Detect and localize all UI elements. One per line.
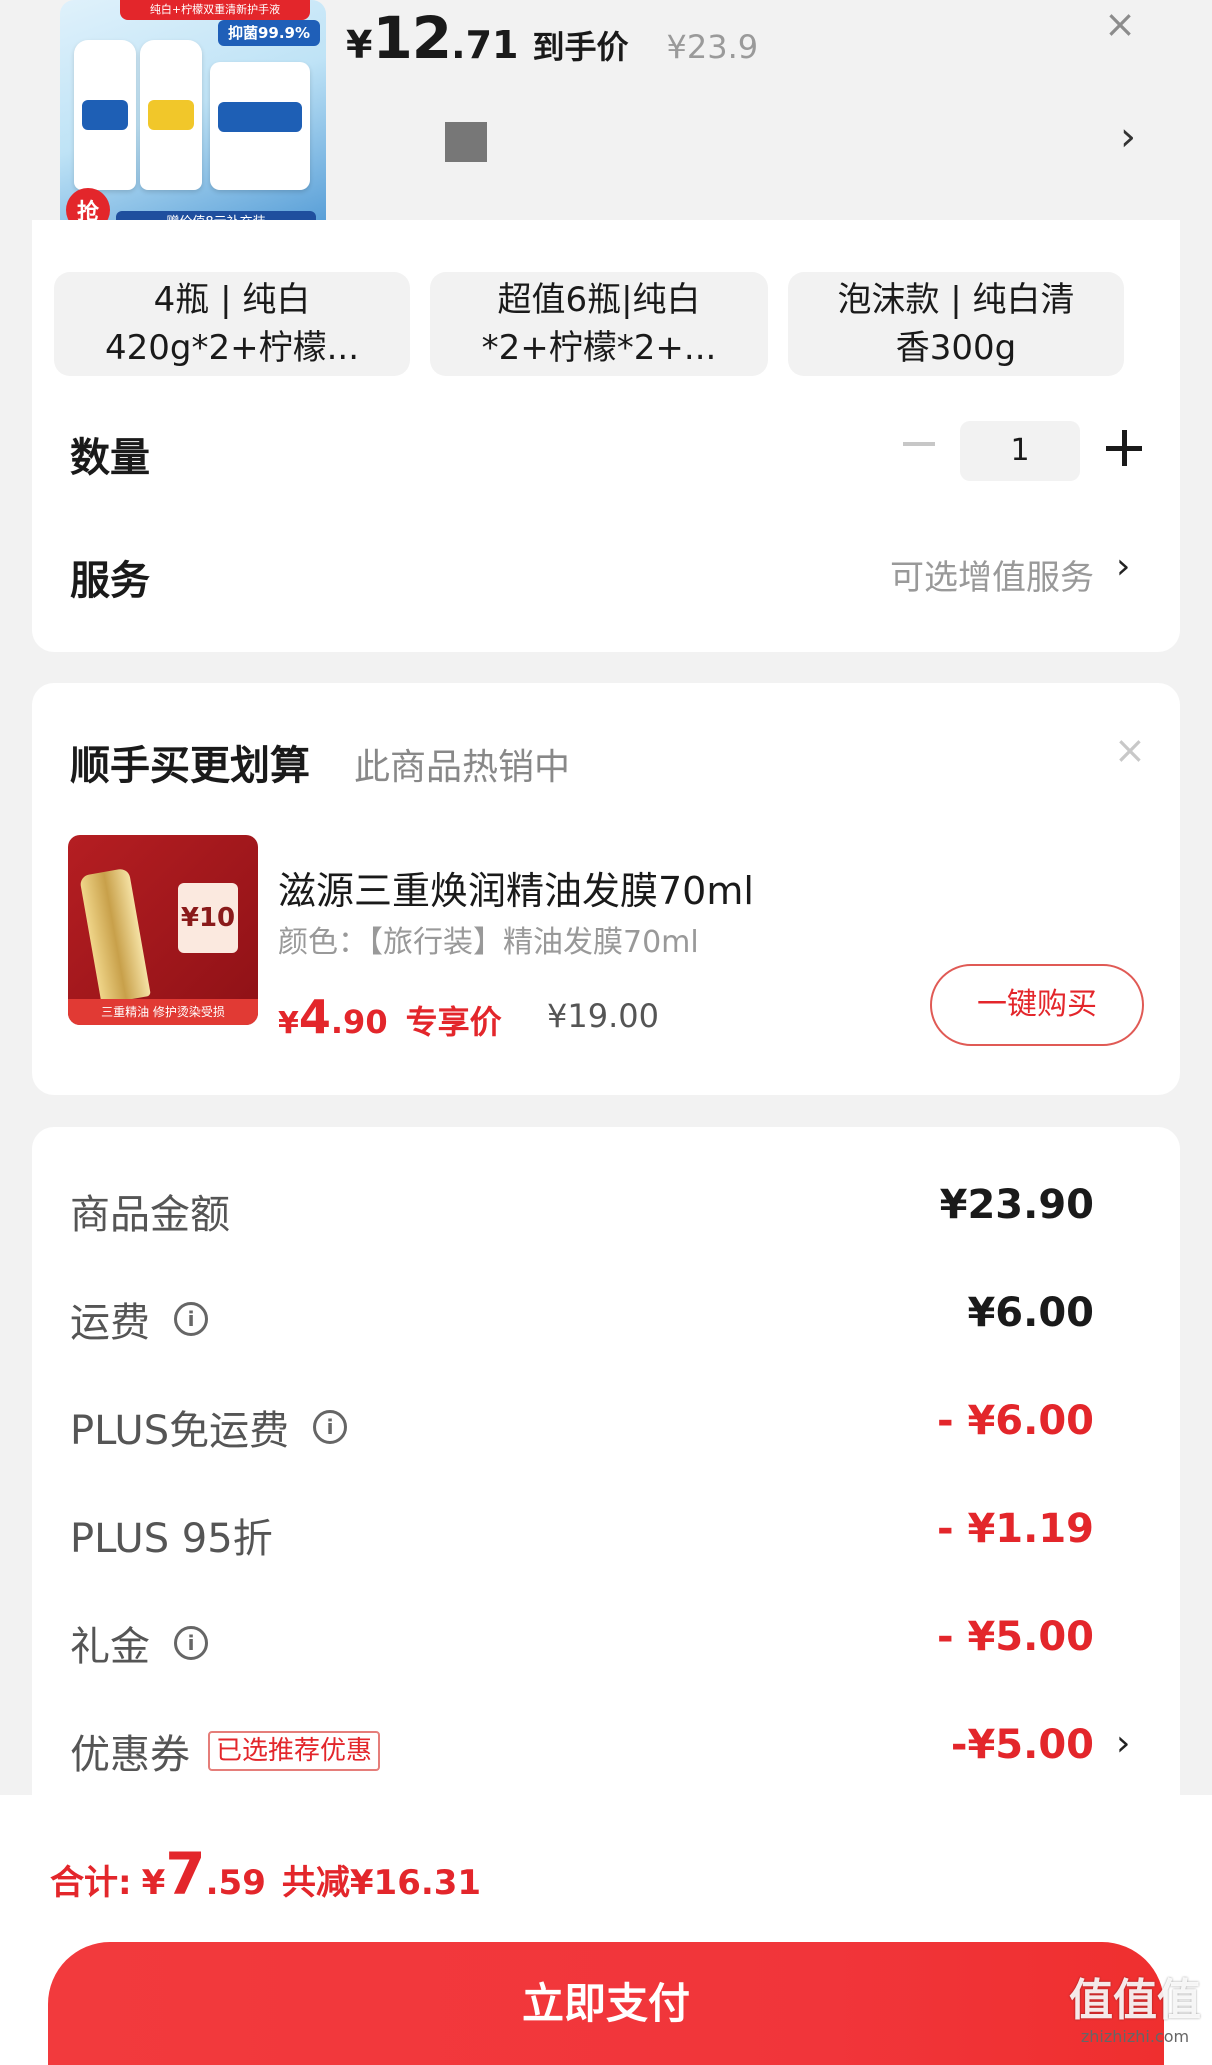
spec-chip-line2: 香300g	[895, 328, 1017, 368]
quantity-label: 数量	[70, 435, 150, 481]
watermark: 值值值 zhizhizhi.com	[1060, 1975, 1210, 2046]
close-icon[interactable]: ×	[1114, 728, 1146, 772]
spec-chip-line1: 泡沫款 | 纯白清	[837, 280, 1075, 320]
total-label: 合计:	[50, 1863, 132, 1903]
total-currency: ¥	[141, 1863, 166, 1903]
amount-label-text: PLUS免运费	[70, 1408, 290, 1454]
quantity-plus-button[interactable]	[1106, 430, 1142, 466]
watermark-logo: 值值值	[1069, 1975, 1201, 2026]
chevron-right-icon[interactable]: ›	[1116, 546, 1130, 587]
product-thumbnail[interactable]: 纯白+柠檬双重清新护手液 抑菌99.9% 抢 赠价值8元补充装	[60, 0, 326, 245]
refill-pack-image	[210, 62, 310, 190]
addon-title: 顺手买更划算	[70, 743, 310, 789]
chevron-right-icon[interactable]: ›	[1120, 112, 1136, 162]
hair-mask-tube-image	[79, 867, 151, 1005]
amount-label-text: 商品金额	[70, 1192, 230, 1238]
amount-row-value: - ¥1.19	[936, 1506, 1094, 1552]
one-click-buy-button[interactable]: 一键购买	[930, 964, 1144, 1046]
spec-chip-line1: 超值6瓶|纯白	[497, 280, 701, 320]
amount-row-value: - ¥5.00	[936, 1614, 1094, 1660]
watermark-url: zhizhizhi.com	[1080, 2027, 1190, 2046]
spec-chip-line1: 4瓶 | 纯白	[153, 280, 311, 320]
amount-label-text: 运费	[70, 1300, 150, 1346]
addon-product-price: ¥ 4 .90 专享价	[278, 990, 502, 1044]
thumbnail-ribbon: 纯白+柠檬双重清新护手液	[120, 0, 310, 20]
price-integer: 12	[372, 4, 452, 72]
price-tag: 专享价	[405, 1003, 502, 1041]
service-label: 服务	[70, 558, 150, 604]
price-decimal: .90	[330, 1003, 388, 1041]
bottle-image	[140, 40, 202, 190]
pay-now-button[interactable]: 立即支付	[48, 1942, 1164, 2065]
service-hint[interactable]: 可选增值服务	[890, 550, 1094, 599]
amount-row-label: PLUS 95折	[70, 1506, 273, 1564]
amount-row-label: PLUS免运费 i	[70, 1398, 348, 1456]
thumbnail-promo-badge: 抑菌99.9%	[217, 20, 320, 46]
addon-product-spec: 颜色：【旅行装】精油发膜70ml	[278, 925, 699, 960]
total-decimal: .59	[205, 1863, 266, 1903]
amount-label-text: 礼金	[70, 1624, 150, 1670]
price-integer: 4	[298, 990, 331, 1044]
addon-subtitle: 此商品热销中	[354, 747, 571, 788]
image-price-badge: ¥10	[178, 883, 238, 953]
coupon-value[interactable]: -¥5.00	[951, 1722, 1094, 1768]
info-icon[interactable]: i	[313, 1410, 348, 1444]
coupon-label-text: 优惠券	[70, 1732, 190, 1778]
price-decimal: .71	[451, 23, 519, 67]
price-currency: ¥	[346, 23, 373, 67]
quantity-minus-button[interactable]	[903, 442, 935, 446]
amount-label-text: PLUS 95折	[70, 1516, 273, 1562]
price-tag: 到手价	[532, 28, 629, 66]
placeholder-square	[445, 122, 487, 162]
spec-chip-line2: 420g*2+柠檬...	[104, 328, 360, 368]
total-saved: 共减¥16.31	[281, 1863, 482, 1903]
price-currency: ¥	[278, 1006, 299, 1041]
addon-product-image[interactable]: ¥10 三重精油 修护烫染受损	[68, 835, 258, 1025]
total-integer: 7	[165, 1840, 206, 1908]
total-summary: 合计: ¥ 7 .59 共减¥16.31	[50, 1840, 481, 1908]
amount-row-label: 礼金 i	[70, 1614, 208, 1672]
close-icon[interactable]: ×	[1100, 4, 1140, 44]
final-price: ¥ 12 .71 到手价 ¥23.9	[346, 4, 759, 72]
amount-row-label: 商品金额	[70, 1182, 230, 1240]
original-price: ¥23.9	[666, 28, 759, 66]
amount-row-value: ¥6.00	[967, 1290, 1094, 1336]
spec-chip[interactable]: 泡沫款 | 纯白清 香300g	[788, 272, 1124, 376]
chevron-right-icon[interactable]: ›	[1116, 1723, 1130, 1764]
coupon-selected-tag: 已选推荐优惠	[208, 1731, 381, 1771]
info-icon[interactable]: i	[174, 1302, 208, 1336]
addon-product-name[interactable]: 滋源三重焕润精油发膜70ml	[278, 860, 754, 915]
info-icon[interactable]: i	[174, 1626, 208, 1660]
amount-row-value: - ¥6.00	[936, 1398, 1094, 1444]
bottle-image	[74, 40, 136, 190]
amount-row-value: ¥23.90	[939, 1182, 1094, 1228]
spec-chip[interactable]: 4瓶 | 纯白 420g*2+柠檬...	[54, 272, 410, 376]
spec-chip[interactable]: 超值6瓶|纯白 *2+柠檬*2+...	[430, 272, 768, 376]
addon-original-price: ¥19.00	[547, 997, 659, 1035]
spec-chip-line2: *2+柠檬*2+...	[481, 328, 717, 368]
amount-row-label: 运费 i	[70, 1290, 208, 1348]
coupon-row-label[interactable]: 优惠券 已选推荐优惠	[70, 1722, 381, 1780]
quantity-input[interactable]: 1	[960, 421, 1080, 481]
image-slogan-strip: 三重精油 修护烫染受损	[68, 999, 258, 1025]
